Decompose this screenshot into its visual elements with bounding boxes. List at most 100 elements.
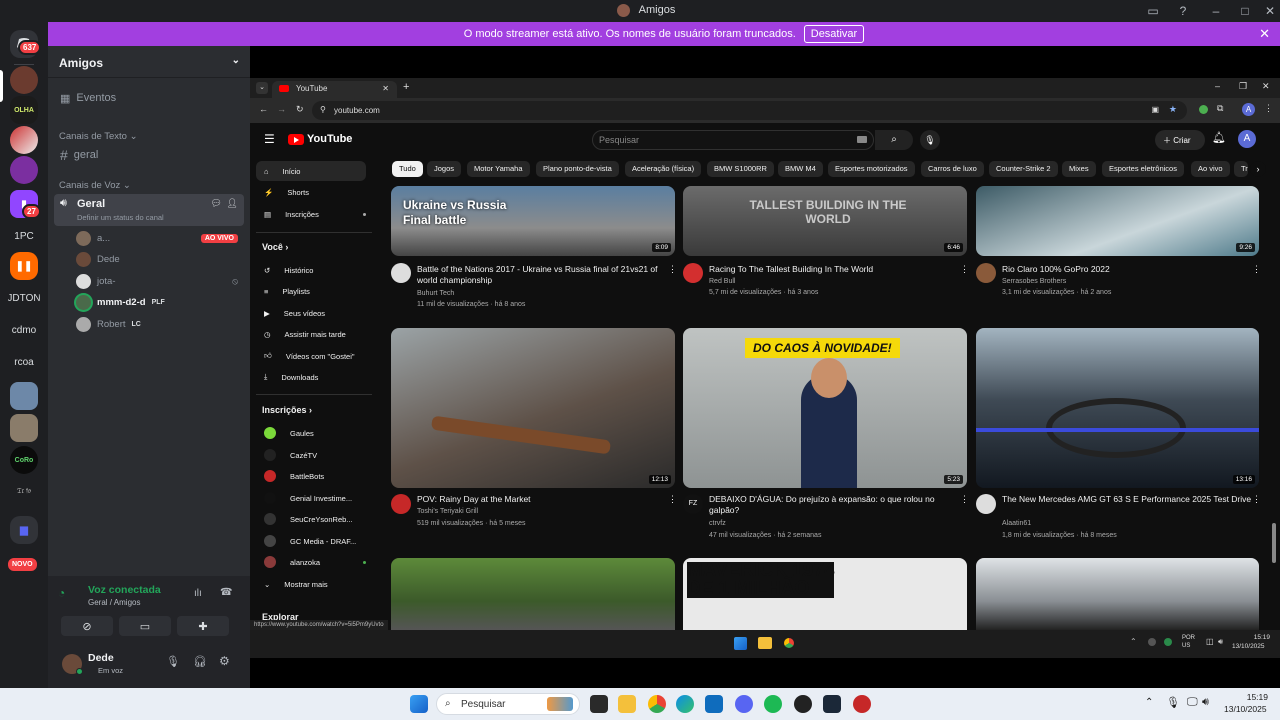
- tray-icon[interactable]: [1164, 638, 1172, 646]
- mic-icon[interactable]: 🎙︎: [1166, 696, 1180, 709]
- file-explorer-icon[interactable]: [618, 695, 636, 713]
- chip-all[interactable]: Tudo: [392, 161, 423, 177]
- soundboard-icon[interactable]: ılı: [194, 588, 202, 599]
- server-olha[interactable]: OLHA: [10, 96, 38, 124]
- volume-icon[interactable]: 🔊︎: [1202, 696, 1209, 709]
- events-item[interactable]: ▦ Eventos: [54, 87, 244, 109]
- text-category[interactable]: Canais de Texto ⌄: [59, 131, 138, 142]
- more-options-icon[interactable]: ⋮: [668, 264, 677, 275]
- channel-geral-text[interactable]: # geral: [54, 144, 244, 166]
- reload-icon[interactable]: ↻: [296, 104, 304, 115]
- language-indicator[interactable]: POR US: [1182, 634, 1195, 650]
- voice-user-2[interactable]: jota- ⦸: [76, 272, 238, 290]
- channel-avatar[interactable]: FZ: [683, 494, 703, 514]
- browser-minimize-icon[interactable]: –: [1215, 81, 1220, 91]
- server-amigos[interactable]: [10, 66, 38, 94]
- activity-button[interactable]: ✚: [177, 616, 229, 636]
- url-field[interactable]: ⚲ youtube.com ▣ ★: [312, 101, 1187, 120]
- nav-watch-later[interactable]: ◷ Assistir mais tarde: [256, 324, 366, 344]
- vm-clock-time[interactable]: 15:19: [1242, 634, 1270, 641]
- browser-menu-icon[interactable]: ⋮: [1264, 103, 1273, 114]
- video-thumbnail[interactable]: 9:26: [976, 186, 1259, 256]
- task-view-icon[interactable]: [590, 695, 608, 713]
- headphones-icon[interactable]: 🎧︎: [193, 655, 207, 668]
- user-name[interactable]: Dede: [88, 652, 114, 664]
- keyboard-icon[interactable]: [857, 136, 867, 143]
- voice-status[interactable]: Voz conectada: [88, 584, 161, 596]
- voice-search-icon[interactable]: 🎙︎: [920, 130, 940, 150]
- install-icon[interactable]: ▣: [1151, 105, 1159, 114]
- volume-icon[interactable]: 🔊︎: [1218, 637, 1223, 647]
- channel-name[interactable]: Alaatin61: [1002, 518, 1031, 529]
- windows-start-icon[interactable]: [410, 695, 428, 713]
- channel-avatar[interactable]: [683, 263, 703, 283]
- voice-user-4[interactable]: Robert LC: [76, 315, 141, 333]
- server-rcoa[interactable]: rcoa: [8, 348, 40, 376]
- server-script[interactable]: 𝔗𝔯 𝔣𝔬: [10, 478, 38, 506]
- chip[interactable]: Carros de luxo: [921, 161, 984, 177]
- video-title[interactable]: The New Mercedes AMG GT 63 S E Performan…: [1002, 494, 1252, 505]
- more-options-icon[interactable]: ⋮: [960, 494, 969, 505]
- server-audio[interactable]: ❚❚: [10, 252, 38, 280]
- close-window-button[interactable]: ✕: [1262, 3, 1278, 19]
- site-info-icon[interactable]: ⚲: [320, 105, 326, 114]
- chat-icon[interactable]: 💬︎: [211, 198, 222, 209]
- server-1pc[interactable]: 1PC: [8, 222, 40, 250]
- video-thumbnail[interactable]: [976, 558, 1259, 630]
- voice-user-0[interactable]: a... AO VIVO: [76, 229, 238, 247]
- server-green[interactable]: CoRo: [10, 446, 38, 474]
- server-3[interactable]: [10, 126, 38, 154]
- nav-downloads[interactable]: ⤓ Downloads: [256, 367, 366, 387]
- help-icon[interactable]: ?: [1175, 3, 1191, 19]
- chip[interactable]: Aceleração (física): [625, 161, 702, 177]
- browser-restore-icon[interactable]: ❐: [1239, 81, 1247, 92]
- edge-icon[interactable]: [676, 695, 694, 713]
- search-button[interactable]: ⌕: [875, 130, 913, 150]
- nav-home[interactable]: ⌂ Início: [256, 161, 366, 181]
- chip[interactable]: Esportes eletrônicos: [1102, 161, 1184, 177]
- chip[interactable]: Ao vivo: [1191, 161, 1230, 177]
- minimize-button[interactable]: –: [1208, 3, 1224, 19]
- tray-icon[interactable]: [1148, 638, 1156, 646]
- video-thumbnail[interactable]: [391, 558, 675, 630]
- channel-name[interactable]: Buhurt Tech: [417, 288, 454, 299]
- video-title[interactable]: POV: Rainy Day at the Market: [417, 494, 667, 505]
- close-tab-icon[interactable]: ✕: [382, 84, 389, 93]
- chip[interactable]: Tr: [1234, 161, 1248, 177]
- sub-item[interactable]: Genial Investime...: [256, 488, 366, 508]
- screen-share-button[interactable]: ▭: [119, 616, 171, 636]
- channel-avatar[interactable]: [391, 263, 411, 283]
- wifi-icon[interactable]: ◫: [1206, 637, 1214, 646]
- more-options-icon[interactable]: ⋮: [1252, 264, 1261, 275]
- profile-avatar[interactable]: A: [1242, 103, 1255, 116]
- voice-category[interactable]: Canais de Voz ⌄: [59, 180, 131, 191]
- chip[interactable]: BMW M4: [778, 161, 823, 177]
- extensions-puzzle-icon[interactable]: ⧉: [1217, 103, 1223, 114]
- youtube-avatar[interactable]: A: [1238, 130, 1256, 148]
- back-icon[interactable]: ←: [259, 104, 268, 114]
- nav-playlists[interactable]: ≡ Playlists: [256, 281, 366, 301]
- hamburger-menu-icon[interactable]: ☰: [264, 132, 275, 146]
- nav-subscriptions[interactable]: ▤ Inscrições: [256, 204, 366, 224]
- taskbar-search[interactable]: ⌕ Pesquisar: [436, 693, 580, 715]
- video-thumbnail[interactable]: DO CAOS À NOVIDADE! 5:23: [683, 328, 967, 488]
- steam-icon[interactable]: [823, 695, 841, 713]
- extension-icon[interactable]: [1199, 105, 1208, 114]
- bookmark-star-icon[interactable]: ★: [1169, 104, 1177, 115]
- file-explorer-icon[interactable]: [758, 637, 772, 649]
- page-scrollbar[interactable]: [1272, 523, 1276, 563]
- sub-item[interactable]: CazéTV: [256, 445, 366, 465]
- sub-item[interactable]: GC Media - DRAF...: [256, 531, 366, 551]
- forward-icon[interactable]: →: [277, 104, 286, 114]
- youtube-logo[interactable]: YouTube: [288, 133, 352, 145]
- chip[interactable]: BMW S1000RR: [707, 161, 774, 177]
- chrome-icon[interactable]: [648, 695, 666, 713]
- chip[interactable]: Jogos: [427, 161, 462, 177]
- nav-liked[interactable]: 👍︎ Vídeos com "Gostei": [256, 346, 366, 366]
- outlook-icon[interactable]: [705, 695, 723, 713]
- chip[interactable]: Plano ponto-de-vista: [536, 161, 619, 177]
- server-4[interactable]: [10, 156, 38, 184]
- video-thumbnail[interactable]: MAVERICK 1974 DE 1 MILHÃO: [683, 558, 967, 630]
- sub-item[interactable]: BattleBots: [256, 466, 366, 486]
- settings-gear-icon[interactable]: ⚙: [219, 654, 230, 668]
